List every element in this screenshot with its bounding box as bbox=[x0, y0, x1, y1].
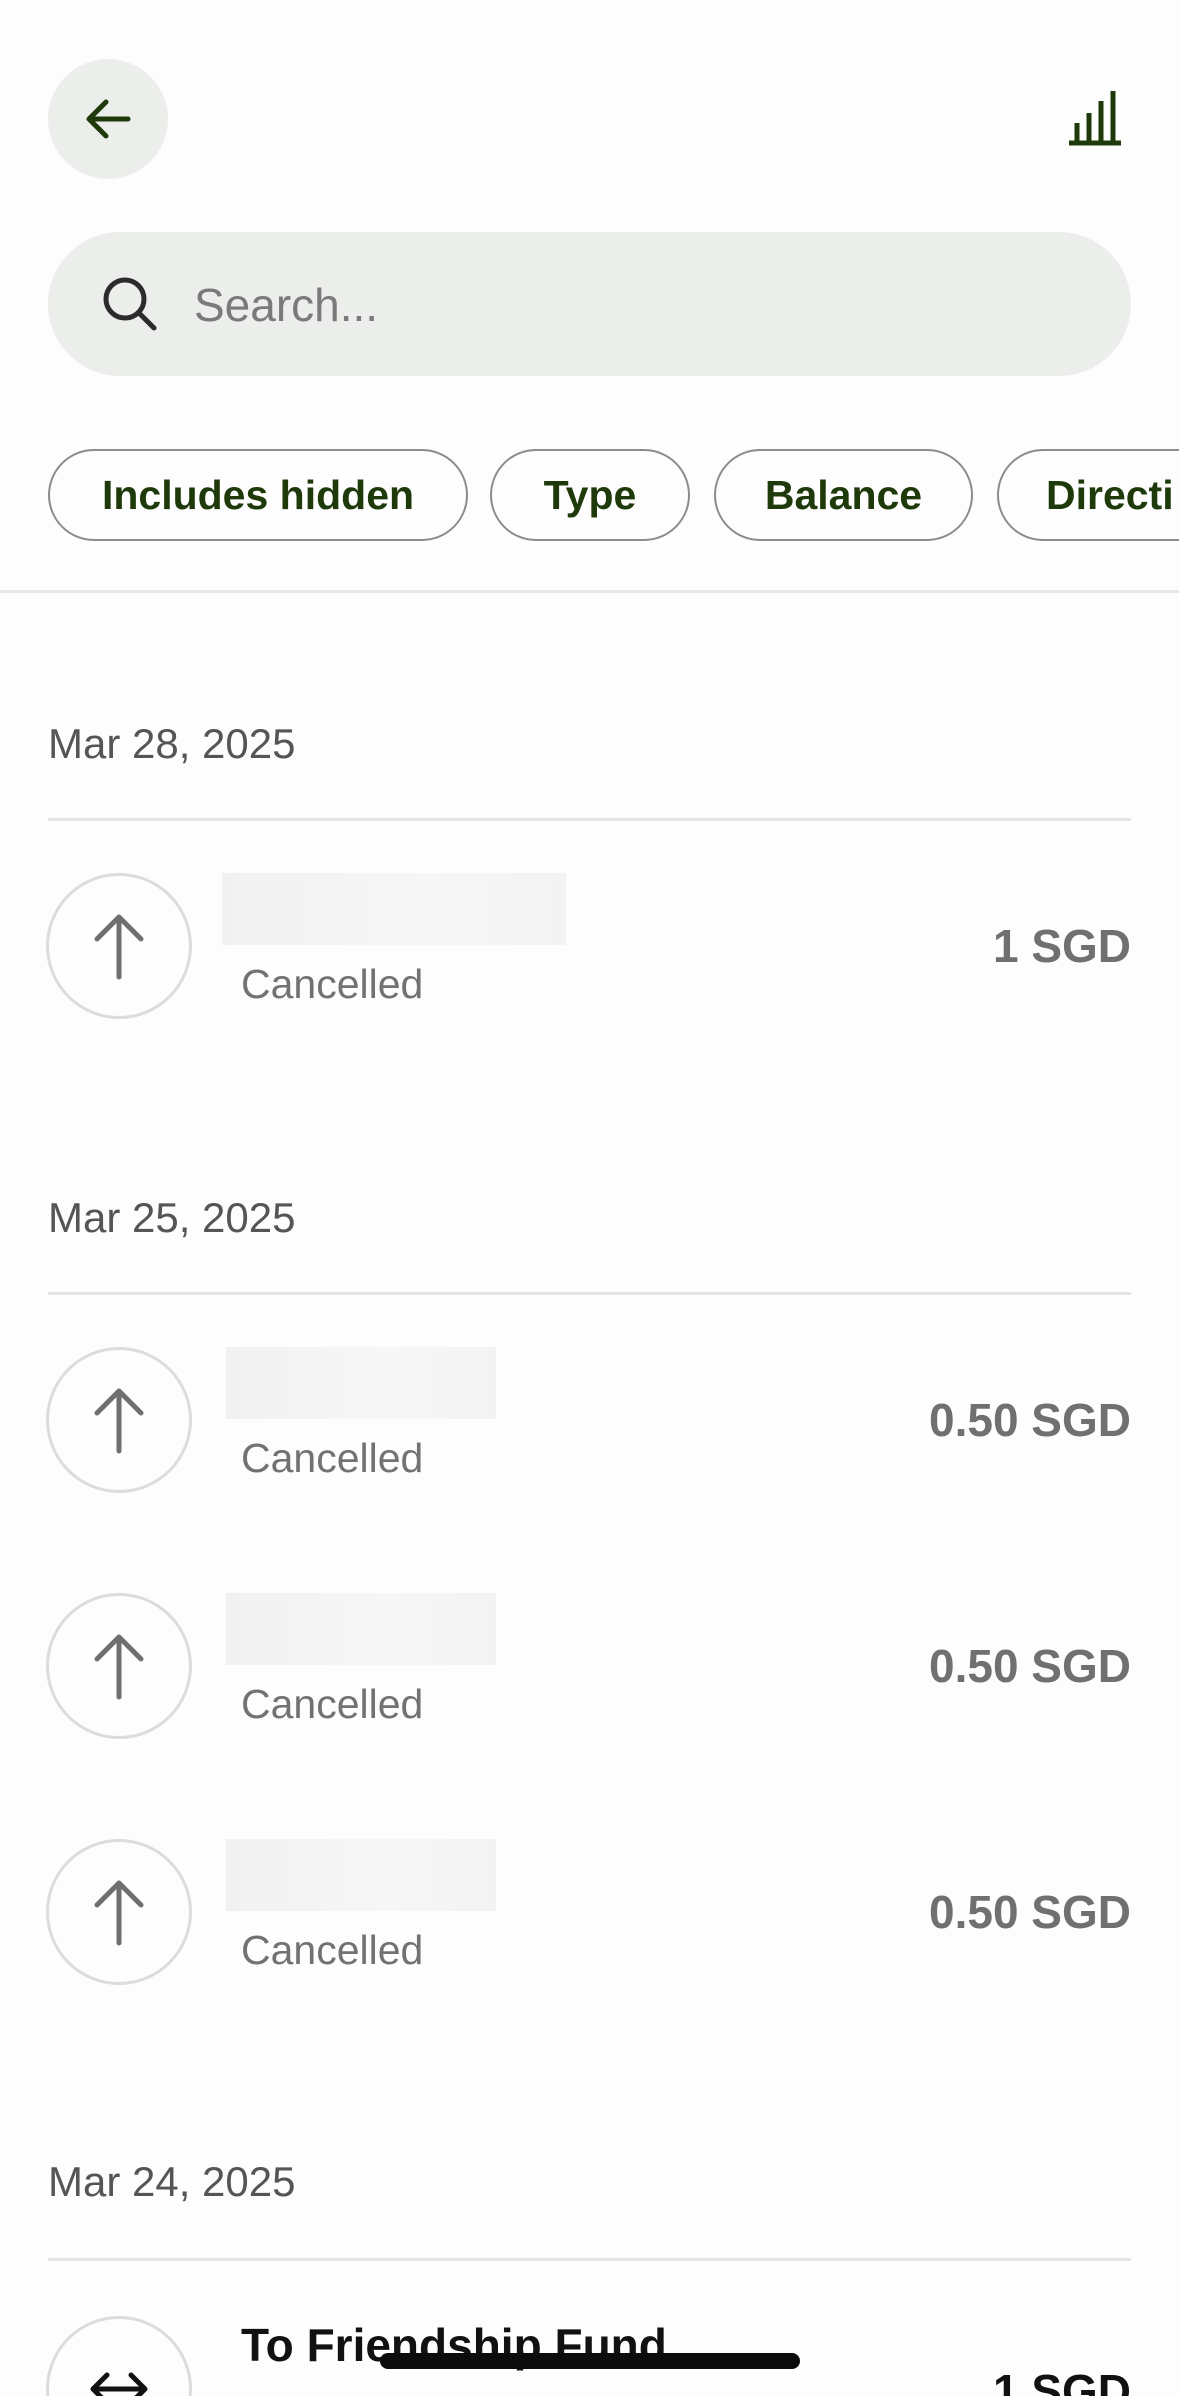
transfer-arrows-icon bbox=[90, 2372, 148, 2396]
arrow-up-icon bbox=[94, 1634, 144, 1700]
transaction-title-placeholder bbox=[226, 1347, 496, 1419]
transaction-icon-circle bbox=[46, 1347, 192, 1493]
transaction-amount: 1 SGD bbox=[992, 2365, 1131, 2396]
filter-chip-type[interactable]: Type bbox=[490, 449, 690, 541]
back-button[interactable] bbox=[48, 59, 168, 179]
bar-chart-icon bbox=[1069, 91, 1121, 146]
section-divider bbox=[48, 2258, 1131, 2261]
transaction-title-placeholder bbox=[226, 1593, 496, 1665]
search-icon bbox=[103, 277, 157, 331]
arrow-left-icon bbox=[86, 99, 131, 139]
transaction-row[interactable]: Cancelled 1 SGD bbox=[0, 873, 1179, 1023]
date-header: Mar 28, 2025 bbox=[48, 720, 296, 767]
transaction-icon-circle bbox=[46, 2316, 192, 2396]
transaction-status: Cancelled bbox=[241, 1681, 424, 1727]
date-header: Mar 24, 2025 bbox=[48, 2158, 296, 2205]
transaction-amount: 0.50 SGD bbox=[929, 1640, 1131, 1692]
transaction-status: Cancelled bbox=[241, 1435, 424, 1481]
arrow-up-icon bbox=[94, 1388, 144, 1454]
search-input[interactable] bbox=[192, 232, 1096, 378]
filter-chips: Includes hidden Type Balance Directi bbox=[0, 449, 1179, 545]
transaction-status: Cancelled bbox=[241, 1927, 424, 1973]
transaction-amount: 1 SGD bbox=[992, 920, 1131, 972]
home-indicator bbox=[380, 2353, 800, 2369]
filter-chip-direction[interactable]: Directi bbox=[997, 449, 1179, 541]
arrow-up-icon bbox=[94, 914, 144, 980]
search-bar[interactable] bbox=[48, 232, 1131, 378]
section-divider bbox=[48, 818, 1131, 821]
filter-chip-includes-hidden[interactable]: Includes hidden bbox=[48, 449, 468, 541]
date-header: Mar 25, 2025 bbox=[48, 1194, 296, 1241]
section-divider bbox=[48, 1292, 1131, 1295]
header-divider bbox=[0, 590, 1179, 593]
transaction-row[interactable]: Cancelled 0.50 SGD bbox=[0, 1593, 1179, 1743]
transaction-icon-circle bbox=[46, 873, 192, 1019]
arrow-up-icon bbox=[94, 1880, 144, 1946]
transaction-status: Cancelled bbox=[241, 961, 424, 1007]
transaction-title-placeholder bbox=[226, 1839, 496, 1911]
filter-chip-balance[interactable]: Balance bbox=[714, 449, 973, 541]
stats-button[interactable] bbox=[1060, 82, 1130, 152]
transactions-screen: Includes hidden Type Balance Directi Mar… bbox=[0, 0, 1179, 2396]
transaction-title-placeholder bbox=[222, 873, 566, 945]
transaction-row[interactable]: Cancelled 0.50 SGD bbox=[0, 1347, 1179, 1497]
transaction-row[interactable]: Cancelled 0.50 SGD bbox=[0, 1839, 1179, 1989]
transaction-icon-circle bbox=[46, 1593, 192, 1739]
transaction-icon-circle bbox=[46, 1839, 192, 1985]
transaction-amount: 0.50 SGD bbox=[929, 1886, 1131, 1938]
transaction-amount: 0.50 SGD bbox=[929, 1394, 1131, 1446]
